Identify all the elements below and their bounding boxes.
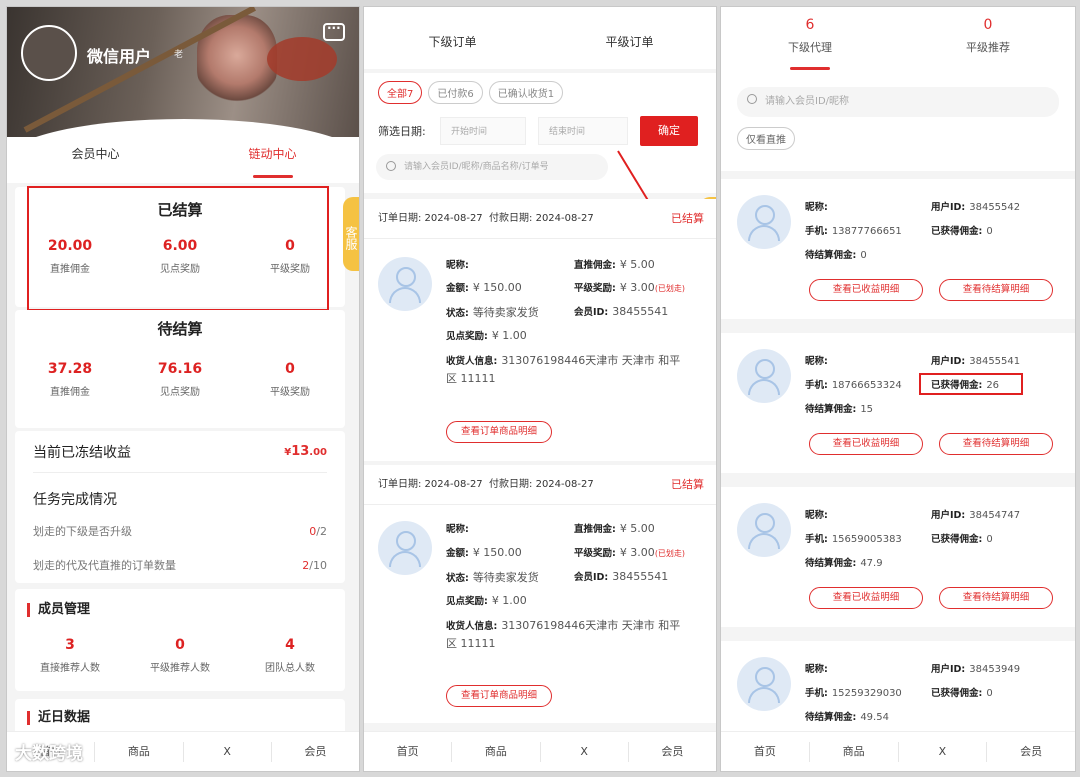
agent-card: 昵称: 手机: 18766653324 待结算佣金: 15 用户ID: 3845554… xyxy=(721,333,1075,473)
user-name: 微信用户 xyxy=(87,47,152,66)
filter-date-label: 筛选日期: xyxy=(378,125,426,138)
order-card: 订单日期: 2024-08-27 付款日期: 2024-08-27 已结算 昵称:… xyxy=(364,199,716,461)
pending-detail-button[interactable]: 查看待结算明细 xyxy=(939,587,1053,609)
avatar[interactable] xyxy=(21,25,77,81)
customer-service-tab[interactable]: 客服 xyxy=(343,197,359,271)
nav-member[interactable]: 会员 xyxy=(987,742,1075,762)
nav-products[interactable]: 商品 xyxy=(452,742,541,762)
nav-home[interactable]: 首页 xyxy=(721,742,810,762)
income-detail-button[interactable]: 查看已收益明细 xyxy=(809,279,923,301)
order-card: 订单日期: 2024-08-27 付款日期: 2024-08-27 已结算 昵称:… xyxy=(364,465,716,723)
task-row: 划走的代及代直推的订单数量 2/10 xyxy=(33,558,327,573)
pending-point: 76.16 见点奖励 xyxy=(157,361,203,398)
pending-detail-button[interactable]: 查看待结算明细 xyxy=(939,279,1053,301)
order-tabs: 下级订单 平级订单 xyxy=(364,7,716,69)
nav-products[interactable]: 商品 xyxy=(95,742,184,762)
orders-panel: 下级订单 平级订单 全部7 已付款6 已确认收货1 筛选日期: 开始时间 结束时间 … xyxy=(363,6,717,772)
user-level-badge: 老 xyxy=(174,50,184,60)
user-avatar-icon xyxy=(737,195,791,249)
frozen-label: 当前已冻结收益 xyxy=(33,444,131,461)
direct-count[interactable]: 3 直接推荐人数 xyxy=(15,637,125,674)
filter-bar: 全部7 已付款6 已确认收货1 筛选日期: 开始时间 结束时间 确定 请输入会员ID… xyxy=(364,73,716,193)
agents-panel: 6下级代理 0平级推荐 请输入会员ID/昵称 仅看直推 客服 昵称: 手机:13… xyxy=(720,6,1076,772)
level-count[interactable]: 0 平级推荐人数 xyxy=(125,637,235,674)
tab-sub-orders[interactable]: 下级订单 xyxy=(364,7,541,69)
chip-received[interactable]: 已确认收货1 xyxy=(488,81,564,104)
team-count[interactable]: 4 团队总人数 xyxy=(235,637,345,674)
agent-card: 昵称: 手机: 15259329030 待结算佣金: 49.54 用户ID: 3845… xyxy=(721,641,1075,733)
user-avatar-icon xyxy=(378,521,432,575)
start-date-input[interactable]: 开始时间 xyxy=(440,117,526,145)
tab-member-center[interactable]: 会员中心 xyxy=(7,137,184,183)
nav-x[interactable]: X xyxy=(184,742,272,762)
end-date-input[interactable]: 结束时间 xyxy=(538,117,628,145)
task-title: 任务完成情况 xyxy=(33,492,117,508)
tab-level-recommend[interactable]: 0 平级推荐 xyxy=(899,7,1075,77)
bottom-nav: 首页 商品 X 会员 xyxy=(721,731,1075,771)
order-search-input[interactable]: 请输入会员ID/昵称/商品名称/订单号 xyxy=(376,154,608,180)
tab-chain-center[interactable]: 链动中心 xyxy=(184,137,359,183)
tab-sub-agents[interactable]: 6 下级代理 xyxy=(721,7,899,77)
member-center-panel: 微信用户 老 会员中心 链动中心 已结算 20.00直推佣金 6.00见点奖励 … xyxy=(6,6,360,772)
task-section: 当前已冻结收益 ¥13.00 任务完成情况 划走的下级是否升级 0/2 划走的代… xyxy=(15,431,345,583)
nav-x[interactable]: X xyxy=(899,742,988,762)
user-avatar-icon xyxy=(737,349,791,403)
nav-member[interactable]: 会员 xyxy=(272,742,359,762)
nav-x[interactable]: X xyxy=(541,742,629,762)
confirm-button[interactable]: 确定 xyxy=(640,116,698,146)
pending-section: 待结算 37.28 直推佣金 76.16 见点奖励 0 平级奖励 xyxy=(15,310,345,428)
nav-home[interactable]: 首页 xyxy=(364,742,453,762)
chip-paid[interactable]: 已付款6 xyxy=(428,81,483,104)
user-avatar-icon xyxy=(378,257,432,311)
nav-member[interactable]: 会员 xyxy=(629,742,716,762)
agent-tabs: 6 下级代理 0 平级推荐 xyxy=(721,7,1075,77)
agent-card: 昵称: 手机: 15659005383 待结算佣金: 47.9 用户ID: 38454… xyxy=(721,487,1075,627)
direct-only-chip[interactable]: 仅看直推 xyxy=(737,127,795,150)
user-avatar-icon xyxy=(737,503,791,557)
agent-filter: 请输入会员ID/昵称 仅看直推 xyxy=(721,77,1075,171)
agent-search-input[interactable]: 请输入会员ID/昵称 xyxy=(737,87,1059,117)
user-avatar-icon xyxy=(737,657,791,711)
chip-all[interactable]: 全部7 xyxy=(378,81,423,104)
pending-level: 0 平级奖励 xyxy=(270,361,310,398)
highlight-box xyxy=(27,186,329,311)
banner-hat-image xyxy=(267,37,337,81)
frozen-amount: ¥13.00 xyxy=(284,444,327,459)
center-tabs: 会员中心 链动中心 xyxy=(7,137,359,183)
income-detail-button[interactable]: 查看已收益明细 xyxy=(809,587,923,609)
income-detail-button[interactable]: 查看已收益明细 xyxy=(809,433,923,455)
watermark: 大数跨境 xyxy=(15,744,83,764)
agent-card: 昵称: 手机: 13877766651 待结算佣金: 0 用户ID: 38455542… xyxy=(721,179,1075,319)
task-row: 划走的下级是否升级 0/2 xyxy=(33,524,327,539)
message-icon[interactable] xyxy=(323,21,345,41)
order-detail-button[interactable]: 查看订单商品明细 xyxy=(446,421,552,443)
member-section: 成员管理 3 直接推荐人数 0 平级推荐人数 4 团队总人数 xyxy=(15,589,345,691)
member-title: 成员管理 xyxy=(27,603,345,617)
highlight-box xyxy=(919,373,1023,395)
bottom-nav: 首页 商品 X 会员 xyxy=(364,731,716,771)
nav-products[interactable]: 商品 xyxy=(810,742,899,762)
pending-detail-button[interactable]: 查看待结算明细 xyxy=(939,433,1053,455)
pending-title: 待结算 xyxy=(157,320,203,338)
pending-direct: 37.28 直推佣金 xyxy=(47,361,93,398)
order-detail-button[interactable]: 查看订单商品明细 xyxy=(446,685,552,707)
recent-title: 近日数据 xyxy=(27,711,345,725)
tab-level-orders[interactable]: 平级订单 xyxy=(541,7,716,69)
